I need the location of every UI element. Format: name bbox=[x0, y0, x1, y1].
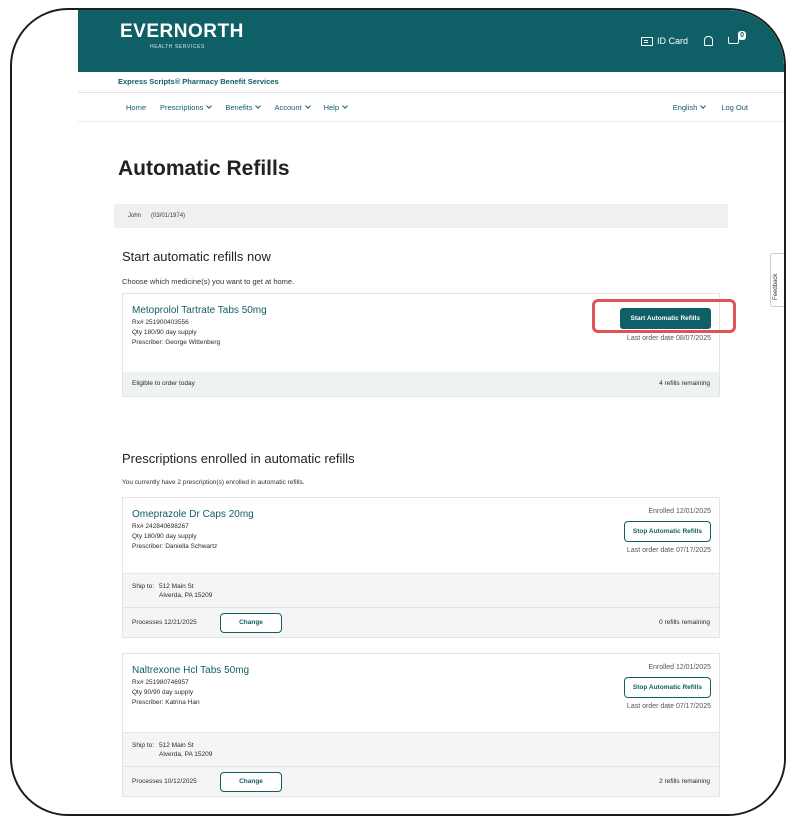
ship-address-line2: Alverda, PA 15209 bbox=[159, 751, 213, 758]
ship-to-label: Ship to: bbox=[132, 583, 155, 590]
feedback-label: Feedback bbox=[773, 273, 779, 300]
nav-home-label: Home bbox=[126, 103, 147, 112]
logout-link[interactable]: Log Out bbox=[721, 103, 748, 112]
notification-bell-icon[interactable] bbox=[702, 35, 714, 47]
nav-account-label: Account bbox=[274, 103, 302, 112]
ship-address-line1: 512 Main St bbox=[159, 742, 194, 749]
chevron-down-icon bbox=[342, 103, 348, 109]
top-bar: EVERNORTH HEALTH SERVICES ID Card 0 bbox=[78, 10, 784, 72]
page-title: Automatic Refills bbox=[118, 157, 290, 180]
nav-prescriptions-label: Prescriptions bbox=[160, 103, 204, 112]
refills-remaining: 4 refills remaining bbox=[659, 380, 710, 387]
member-name: John bbox=[128, 213, 142, 219]
nav-prescriptions[interactable]: Prescriptions bbox=[160, 103, 213, 112]
feedback-tab[interactable]: Feedback bbox=[770, 253, 784, 307]
id-card-link[interactable]: ID Card bbox=[640, 36, 688, 46]
ship-to-label: Ship to: bbox=[132, 742, 155, 749]
main-nav: Home Prescriptions Benefits Account Help… bbox=[78, 93, 784, 122]
process-date: Processes 10/12/2025 bbox=[132, 778, 197, 785]
nav-account[interactable]: Account bbox=[274, 103, 311, 112]
start-section-title: Start automatic refills now bbox=[122, 249, 271, 264]
brand-line: Express Scripts® Pharmacy Benefit Servic… bbox=[78, 72, 784, 93]
device-frame: EVERNORTH HEALTH SERVICES ID Card 0 Expr… bbox=[10, 8, 786, 816]
top-actions: ID Card 0 bbox=[640, 31, 746, 48]
nav-benefits[interactable]: Benefits bbox=[225, 103, 262, 112]
last-order-date: Last order date 08/07/2025 bbox=[626, 335, 711, 342]
evernorth-logo[interactable]: EVERNORTH HEALTH SERVICES bbox=[120, 21, 244, 51]
logout-label: Log Out bbox=[721, 103, 748, 112]
cart-button[interactable]: 0 bbox=[728, 31, 746, 48]
start-section-subtitle: Choose which medicine(s) you want to get… bbox=[122, 277, 295, 286]
chevron-down-icon bbox=[700, 103, 707, 109]
page-content: EVERNORTH HEALTH SERVICES ID Card 0 Expr… bbox=[78, 10, 784, 814]
process-date: Processes 12/21/2025 bbox=[132, 619, 197, 626]
shipping-section: Ship to: 512 Main St Alverda, PA 15209 Pr… bbox=[123, 732, 719, 796]
ship-address-line1: 512 Main St bbox=[159, 583, 194, 590]
ship-address-line2: Alverda, PA 15209 bbox=[159, 592, 213, 599]
shipping-section: Ship to: 512 Main St Alverda, PA 15209 Pr… bbox=[123, 573, 719, 637]
id-card-label: ID Card bbox=[656, 36, 688, 46]
language-selector[interactable]: English bbox=[672, 103, 707, 112]
stop-automatic-refills-button[interactable]: Stop Automatic Refills bbox=[623, 677, 711, 698]
member-bar: John (03/01/1974) bbox=[114, 204, 728, 228]
last-order-date: Last order date 07/17/2025 bbox=[626, 703, 711, 710]
logo-sub-text: HEALTH SERVICES bbox=[150, 44, 205, 50]
eligibility-status: Eligible to order today bbox=[132, 380, 195, 387]
refills-remaining: 0 refills remaining bbox=[659, 619, 710, 626]
last-order-date: Last order date 07/17/2025 bbox=[626, 547, 711, 554]
enrolled-card: Naltrexone Hcl Tabs 50mg Rx# 25198074695… bbox=[122, 653, 720, 797]
nav-help[interactable]: Help bbox=[323, 103, 348, 112]
enrolled-date: Enrolled 12/01/2025 bbox=[648, 664, 711, 671]
enrolled-section-title: Prescriptions enrolled in automatic refi… bbox=[122, 451, 355, 466]
language-label: English bbox=[672, 103, 698, 112]
nav-help-label: Help bbox=[323, 103, 340, 112]
nav-benefits-label: Benefits bbox=[225, 103, 253, 112]
change-button[interactable]: Change bbox=[220, 613, 282, 633]
enrolled-date: Enrolled 12/01/2025 bbox=[648, 508, 711, 515]
chevron-down-icon bbox=[255, 103, 262, 109]
chevron-down-icon bbox=[206, 103, 213, 109]
cart-count-badge: 0 bbox=[738, 31, 746, 40]
refills-remaining: 2 refills remaining bbox=[659, 778, 710, 785]
logo-main-text: EVERNORTH bbox=[120, 21, 244, 42]
stop-automatic-refills-button[interactable]: Stop Automatic Refills bbox=[623, 521, 711, 542]
nav-home[interactable]: Home bbox=[126, 103, 146, 112]
id-card-icon bbox=[640, 36, 653, 46]
change-button[interactable]: Change bbox=[220, 772, 282, 792]
member-dob: (03/01/1974) bbox=[151, 213, 186, 219]
enrolled-section-subtitle: You currently have 2 prescription(s) enr… bbox=[122, 479, 305, 486]
highlight-box bbox=[592, 299, 736, 333]
eligibility-footer: Eligible to order today 4 refills remain… bbox=[123, 372, 719, 396]
chevron-down-icon bbox=[304, 103, 311, 109]
enrolled-card: Omeprazole Dr Caps 20mg Rx# 242840698267… bbox=[122, 497, 720, 638]
